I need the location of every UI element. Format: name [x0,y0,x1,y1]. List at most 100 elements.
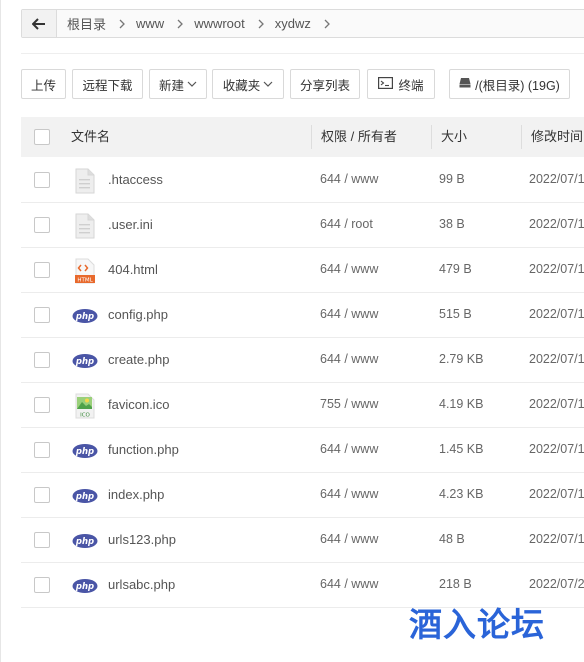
file-modified-time: 2022/07/1 [529,172,584,186]
terminal-icon [378,76,394,92]
svg-text:php: php [75,357,94,367]
table-row[interactable]: ICO favicon.ico 755 / www 4.19 KB 2022/07/1 [21,382,584,428]
file-modified-time: 2022/07/1 [529,442,584,456]
arrow-left-icon [32,17,45,30]
divider [21,53,584,54]
file-name[interactable]: .user.ini [108,202,153,247]
row-checkbox[interactable] [34,172,50,188]
file-size: 479 B [439,262,472,276]
svg-text:ICO: ICO [80,413,90,419]
watermark: 酒入论坛 [409,605,545,644]
row-checkbox[interactable] [34,442,50,458]
php-file-icon: php [72,528,98,552]
file-name[interactable]: urls123.php [108,517,176,562]
file-name[interactable]: config.php [108,292,168,337]
file-name[interactable]: function.php [108,427,179,472]
row-checkbox[interactable] [34,307,50,323]
file-size: 4.23 KB [439,487,484,501]
php-file-icon: php [72,483,98,507]
upload-button[interactable]: 上传 [21,69,66,99]
table-row[interactable]: php urls123.php 644 / www 48 B 2022/07/1 [21,517,584,563]
upload-label: 上传 [30,78,56,93]
text-file-icon [74,213,96,242]
column-header-modified[interactable]: 修改时间 [531,117,584,157]
file-modified-time: 2022/07/1 [529,307,584,321]
disk-button[interactable]: /(根目录) (19G) [449,69,570,99]
row-checkbox[interactable] [34,532,50,548]
file-name[interactable]: urlsabc.php [108,562,175,607]
chevron-right-icon [106,19,126,29]
select-all-checkbox[interactable] [34,129,50,145]
row-checkbox[interactable] [34,352,50,368]
file-permission[interactable]: 644 / root [320,202,373,247]
ico-file-icon: ICO [74,393,96,422]
terminal-button[interactable]: 终端 [367,69,435,99]
html-file-icon: HTML [74,258,96,287]
file-name[interactable]: create.php [108,337,169,382]
back-button[interactable] [22,10,57,37]
favorites-label: 收藏夹 [222,78,261,93]
breadcrumb-item[interactable]: xydwz [265,16,311,31]
svg-text:php: php [75,582,94,592]
table-row[interactable]: php config.php 644 / www 515 B 2022/07/1 [21,292,584,338]
column-header-name[interactable]: 文件名 [71,117,110,157]
file-permission[interactable]: 644 / www [320,157,378,202]
file-size: 48 B [439,532,465,546]
file-name[interactable]: favicon.ico [108,382,169,427]
row-checkbox[interactable] [34,487,50,503]
row-checkbox[interactable] [34,262,50,278]
file-size: 515 B [439,307,472,321]
file-permission[interactable]: 644 / www [320,517,378,562]
disk-icon [459,77,471,91]
file-size: 38 B [439,217,465,231]
favorites-dropdown-button[interactable]: 收藏夹 [212,69,284,99]
svg-text:php: php [75,312,94,322]
file-permission[interactable]: 644 / www [320,562,378,607]
svg-text:HTML: HTML [77,278,93,284]
row-checkbox[interactable] [34,217,50,233]
table-row[interactable]: php function.php 644 / www 1.45 KB 2022/07/1 [21,427,584,473]
share-list-button[interactable]: 分享列表 [290,69,360,99]
svg-text:php: php [75,537,94,547]
chevron-right-icon [164,19,184,29]
file-permission[interactable]: 755 / www [320,382,378,427]
file-modified-time: 2022/07/1 [529,487,584,501]
table-header: 文件名 权限 / 所有者 大小 修改时间 [21,117,584,157]
column-header-permission[interactable]: 权限 / 所有者 [321,117,397,157]
new-dropdown-button[interactable]: 新建 [149,69,207,99]
breadcrumb-item[interactable]: 根目录 [57,14,106,33]
file-permission[interactable]: 644 / www [320,292,378,337]
file-modified-time: 2022/07/1 [529,262,584,276]
file-name[interactable]: 404.html [108,247,158,292]
file-modified-time: 2022/07/1 [529,217,584,231]
chevron-down-icon [187,77,197,91]
file-modified-time: 2022/07/1 [529,397,584,411]
column-header-size[interactable]: 大小 [441,117,467,157]
file-permission[interactable]: 644 / www [320,247,378,292]
table-row[interactable]: .htaccess 644 / www 99 B 2022/07/1 [21,157,584,203]
table-row[interactable]: php index.php 644 / www 4.23 KB 2022/07/1 [21,472,584,518]
row-checkbox[interactable] [34,397,50,413]
column-divider [311,125,312,149]
file-permission[interactable]: 644 / www [320,337,378,382]
php-file-icon: php [72,303,98,327]
table-row[interactable]: HTML 404.html 644 / www 479 B 2022/07/1 [21,247,584,293]
file-permission[interactable]: 644 / www [320,472,378,517]
terminal-label: 终端 [398,78,424,93]
svg-text:php: php [75,447,94,457]
file-size: 2.79 KB [439,352,484,366]
file-name[interactable]: index.php [108,472,164,517]
breadcrumb-item[interactable]: wwwroot [184,16,245,31]
file-size: 4.19 KB [439,397,484,411]
table-row[interactable]: .user.ini 644 / root 38 B 2022/07/1 [21,202,584,248]
file-permission[interactable]: 644 / www [320,427,378,472]
remote-download-button[interactable]: 远程下载 [72,69,143,99]
file-name[interactable]: .htaccess [108,157,163,202]
path-bar[interactable]: 根目录 www wwwroot xydwz [21,9,584,38]
breadcrumb-item[interactable]: www [126,16,164,31]
breadcrumb: 根目录 www wwwroot xydwz [57,14,331,33]
row-checkbox[interactable] [34,577,50,593]
text-file-icon [74,168,96,197]
table-row[interactable]: php create.php 644 / www 2.79 KB 2022/07/1 [21,337,584,383]
svg-text:php: php [75,492,94,502]
